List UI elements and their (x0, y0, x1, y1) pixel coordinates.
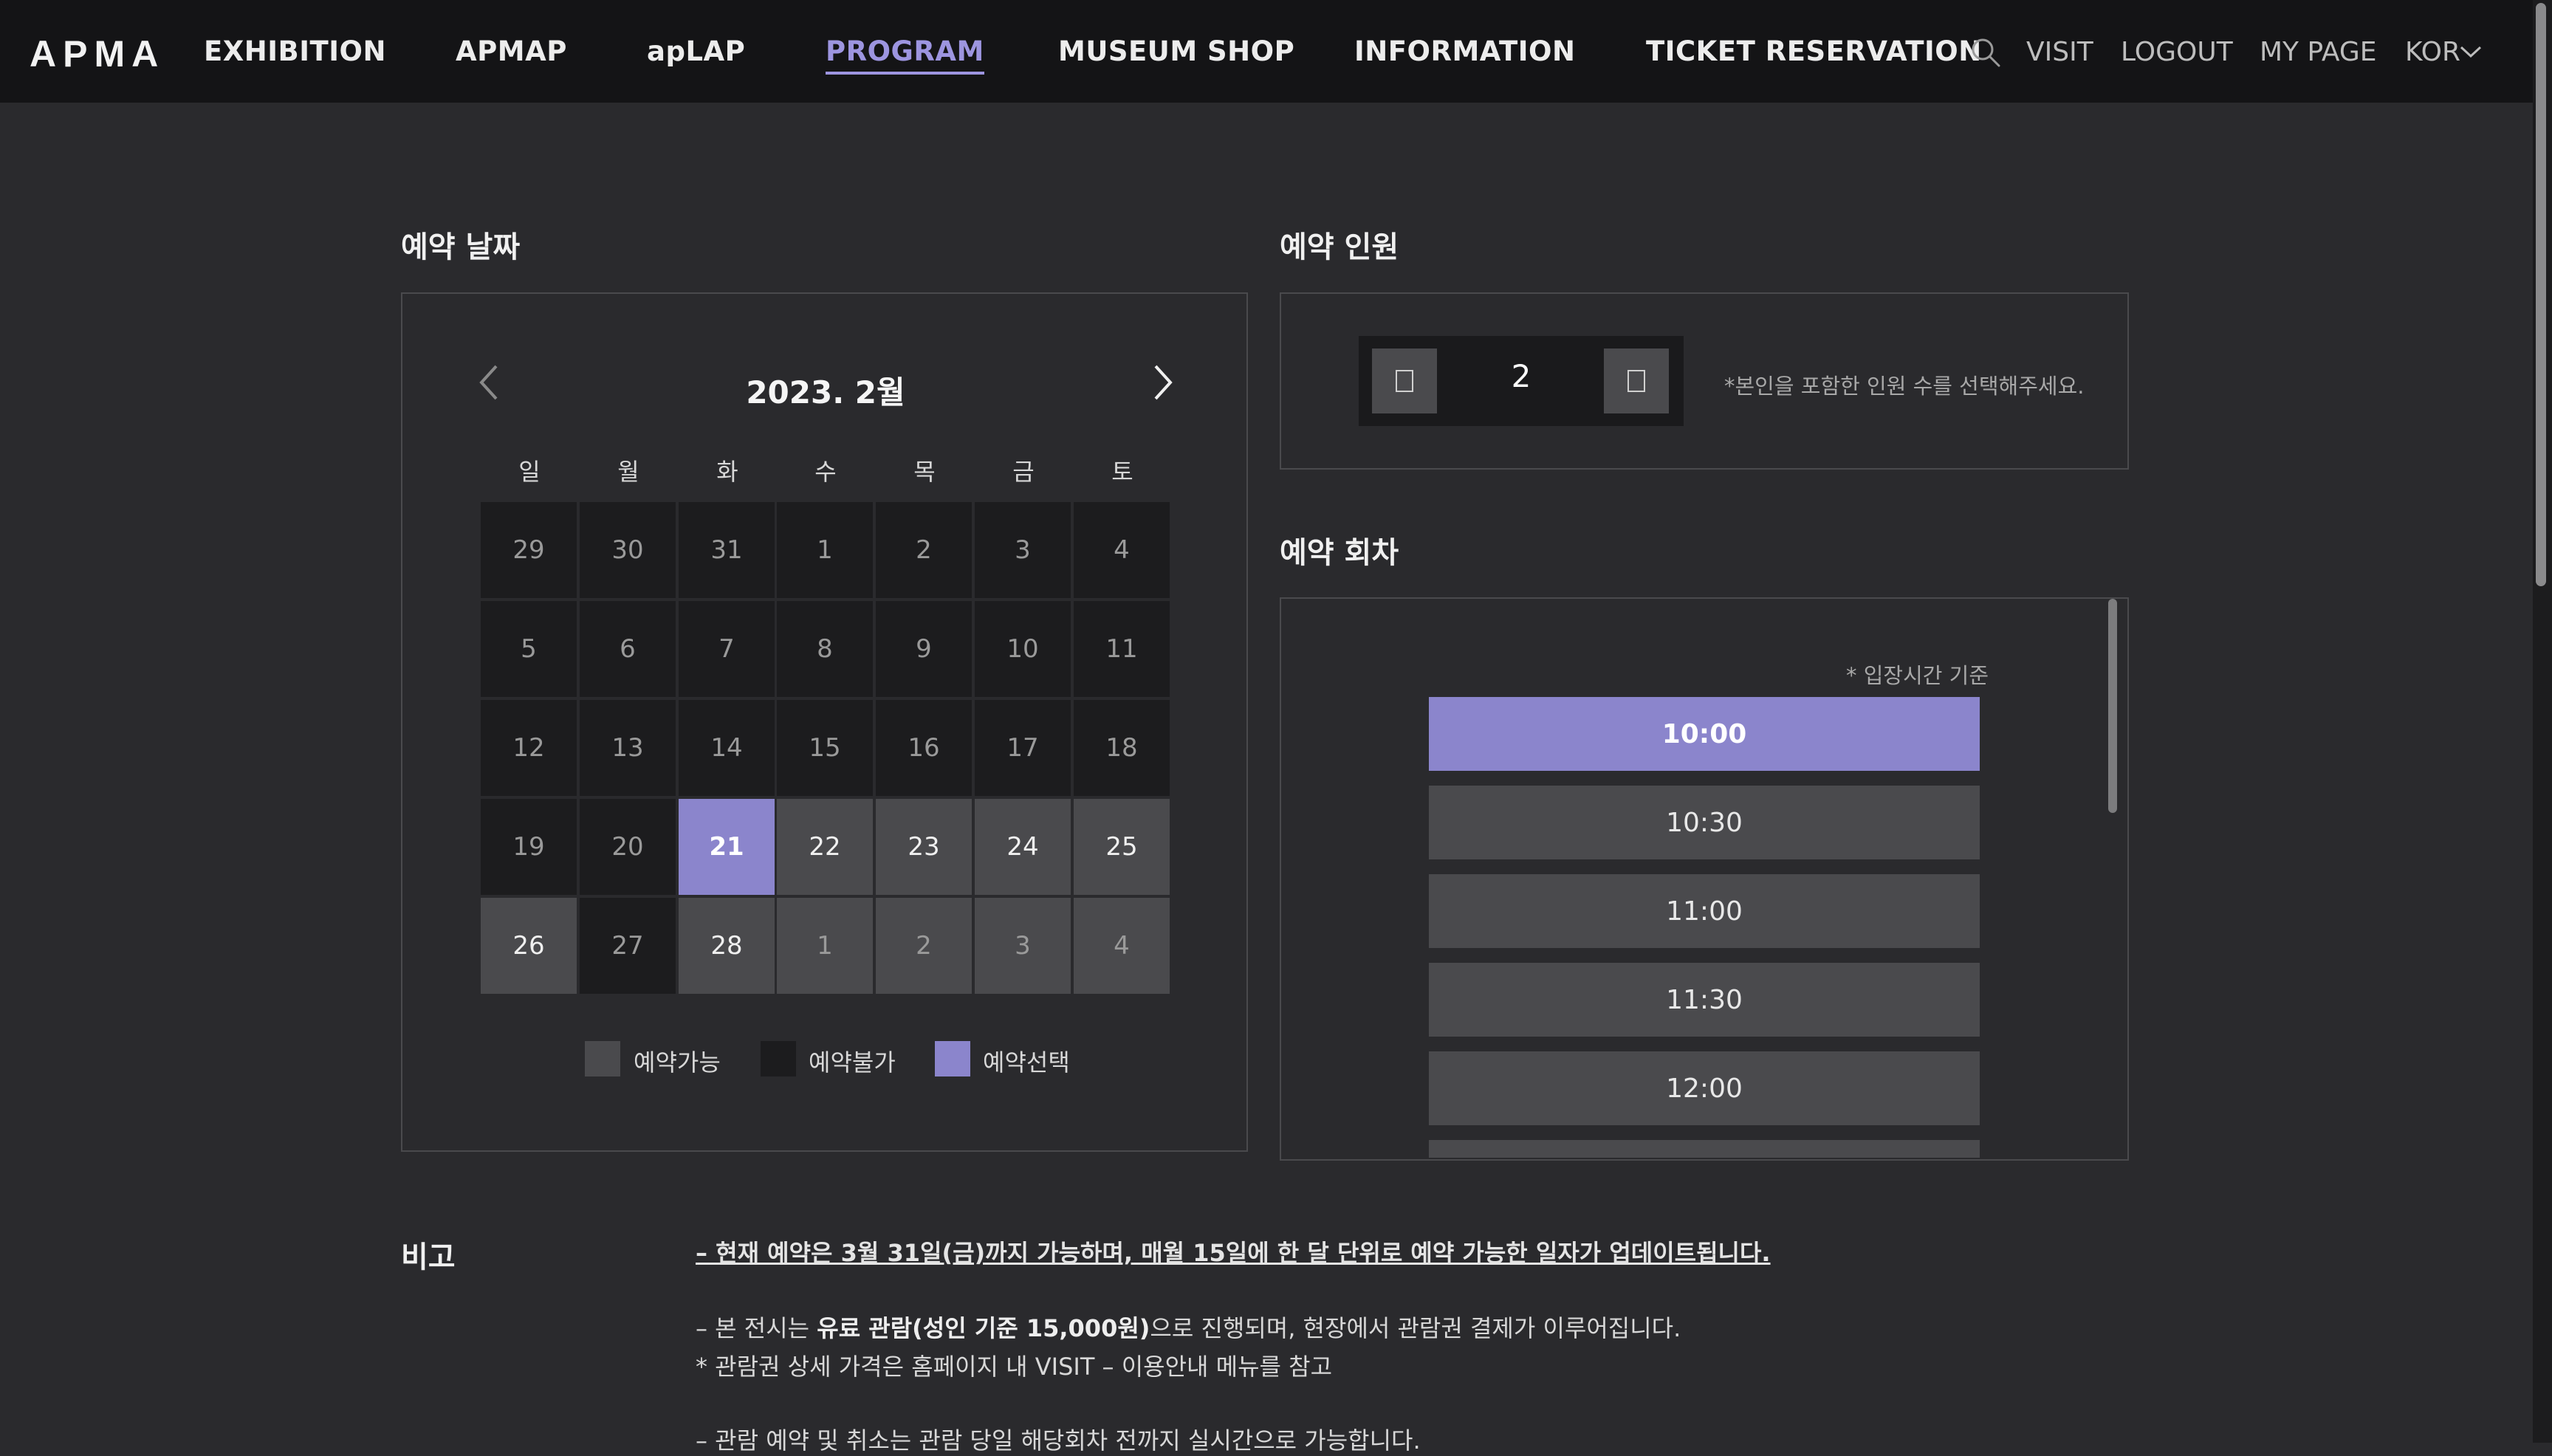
session-help-text: * 입장시간 기준 (1846, 663, 1989, 688)
legend-unavailable-swatch (761, 1041, 796, 1076)
chevron-down-icon[interactable] (2459, 43, 2483, 61)
visit-link[interactable]: VISIT (2026, 37, 2093, 67)
weekday-label: 화 (716, 458, 738, 486)
nav-aplap[interactable]: apLAP (647, 35, 745, 67)
session-slot[interactable]: 10:30 (1429, 786, 1980, 859)
notes-title: 비고 (401, 1240, 456, 1274)
legend-selected-label: 예약선택 (983, 1048, 1070, 1076)
calendar-day: 5 (481, 601, 577, 697)
notes-line-reservation-period: – 현재 예약은 3월 31일(금)까지 가능하며, 매월 15일에 한 달 단… (696, 1239, 1771, 1267)
nav-museum-shop[interactable]: MUSEUM SHOP (1058, 35, 1294, 67)
notes-line-text: – 본 전시는 (696, 1314, 817, 1342)
weekday-label: 수 (814, 458, 837, 486)
calendar-day: 1 (777, 502, 873, 598)
nav-apmap[interactable]: APMAP (456, 35, 567, 67)
calendar-day: 20 (580, 799, 676, 895)
calendar-day[interactable]: 2 (876, 898, 972, 994)
legend-unavailable-label: 예약불가 (809, 1048, 896, 1076)
page-scrollbar-thumb[interactable] (2536, 3, 2546, 586)
session-slot[interactable]: 10:00 (1429, 697, 1980, 771)
calendar-day: 19 (481, 799, 577, 895)
calendar-day[interactable]: 23 (876, 799, 972, 895)
legend-available-swatch (585, 1041, 620, 1076)
prev-month-button[interactable] (474, 362, 504, 403)
calendar-day: 18 (1074, 700, 1170, 796)
nav-exhibition[interactable]: EXHIBITION (204, 35, 386, 67)
calendar-day: 4 (1074, 502, 1170, 598)
session-slot[interactable] (1429, 1140, 1980, 1158)
calendar-day: 31 (679, 502, 775, 598)
calendar-day: 12 (481, 700, 577, 796)
notes-line-text: 으로 진행되며, 현장에서 관람권 결제가 이루어집니다. (1150, 1314, 1681, 1342)
search-icon[interactable] (1969, 35, 2003, 69)
calendar-day: 14 (679, 700, 775, 796)
session-slot[interactable]: 11:00 (1429, 874, 1980, 948)
legend-selected-swatch (935, 1041, 970, 1076)
decrease-people-button[interactable] (1372, 348, 1437, 413)
calendar-month-label: 2023. 2월 (746, 374, 905, 411)
notes-line-cancellation: – 관람 예약 및 취소는 관람 당일 해당회차 전까지 실시간으로 가능합니다… (696, 1426, 1421, 1455)
calendar-day: 13 (580, 700, 676, 796)
calendar-day: 10 (975, 601, 1071, 697)
nav-program[interactable]: PROGRAM (826, 35, 984, 75)
calendar-day: 16 (876, 700, 972, 796)
increase-people-button[interactable] (1604, 348, 1669, 413)
notes-line-price: 유료 관람(성인 기준 15,000원) (817, 1314, 1150, 1342)
calendar-day[interactable]: 21 (679, 799, 775, 895)
session-slot[interactable]: 11:30 (1429, 963, 1980, 1037)
notes-line-price-reference: * 관람권 상세 가격은 홈페이지 내 VISIT – 이용안내 메뉴를 참고 (696, 1353, 1333, 1381)
calendar-day[interactable]: 4 (1074, 898, 1170, 994)
calendar-day: 17 (975, 700, 1071, 796)
calendar-day: 3 (975, 502, 1071, 598)
calendar-day[interactable]: 25 (1074, 799, 1170, 895)
people-help-text: *본인을 포함한 인원 수를 선택해주세요. (1724, 374, 2085, 399)
weekday-label: 목 (913, 458, 936, 486)
apma-logo[interactable]: APMA (30, 32, 165, 75)
people-count-stepper: 2 (1359, 336, 1684, 426)
minus-icon (1396, 370, 1413, 392)
my-page-link[interactable]: MY PAGE (2260, 37, 2377, 67)
calendar-day: 15 (777, 700, 873, 796)
weekday-label: 금 (1012, 458, 1035, 486)
nav-ticket-reservation[interactable]: TICKET RESERVATION (1646, 35, 1982, 67)
weekday-label: 월 (617, 458, 639, 486)
calendar-day[interactable]: 28 (679, 898, 775, 994)
plus-icon (1627, 370, 1645, 392)
people-section-title: 예약 인원 (1280, 230, 1399, 264)
calendar-day: 7 (679, 601, 775, 697)
calendar-day: 9 (876, 601, 972, 697)
weekday-label: 토 (1111, 458, 1133, 486)
calendar-day: 29 (481, 502, 577, 598)
calendar-day: 2 (876, 502, 972, 598)
logout-link[interactable]: LOGOUT (2121, 37, 2233, 67)
calendar-day: 6 (580, 601, 676, 697)
session-list-scrollbar[interactable] (2108, 599, 2117, 813)
calendar-day: 27 (580, 898, 676, 994)
session-section-title: 예약 회차 (1280, 536, 1399, 570)
next-month-button[interactable] (1148, 362, 1178, 403)
language-selector[interactable]: KOR (2405, 37, 2460, 67)
nav-information[interactable]: INFORMATION (1354, 35, 1575, 67)
calendar-day[interactable]: 24 (975, 799, 1071, 895)
calendar-day[interactable]: 26 (481, 898, 577, 994)
calendar-day: 30 (580, 502, 676, 598)
session-slot[interactable]: 12:00 (1429, 1051, 1980, 1125)
top-navigation-bar: APMA EXHIBITION APMAP apLAP PROGRAM MUSE… (0, 0, 2533, 103)
calendar-day[interactable]: 1 (777, 898, 873, 994)
date-section-title: 예약 날짜 (401, 230, 521, 264)
calendar-day: 8 (777, 601, 873, 697)
weekday-label: 일 (518, 458, 541, 486)
calendar-day[interactable]: 22 (777, 799, 873, 895)
calendar-day: 11 (1074, 601, 1170, 697)
calendar-day[interactable]: 3 (975, 898, 1071, 994)
people-count-value: 2 (1511, 358, 1531, 394)
notes-line-paid-admission: – 본 전시는 유료 관람(성인 기준 15,000원)으로 진행되며, 현장에… (696, 1310, 1681, 1344)
legend-available-label: 예약가능 (634, 1048, 721, 1076)
